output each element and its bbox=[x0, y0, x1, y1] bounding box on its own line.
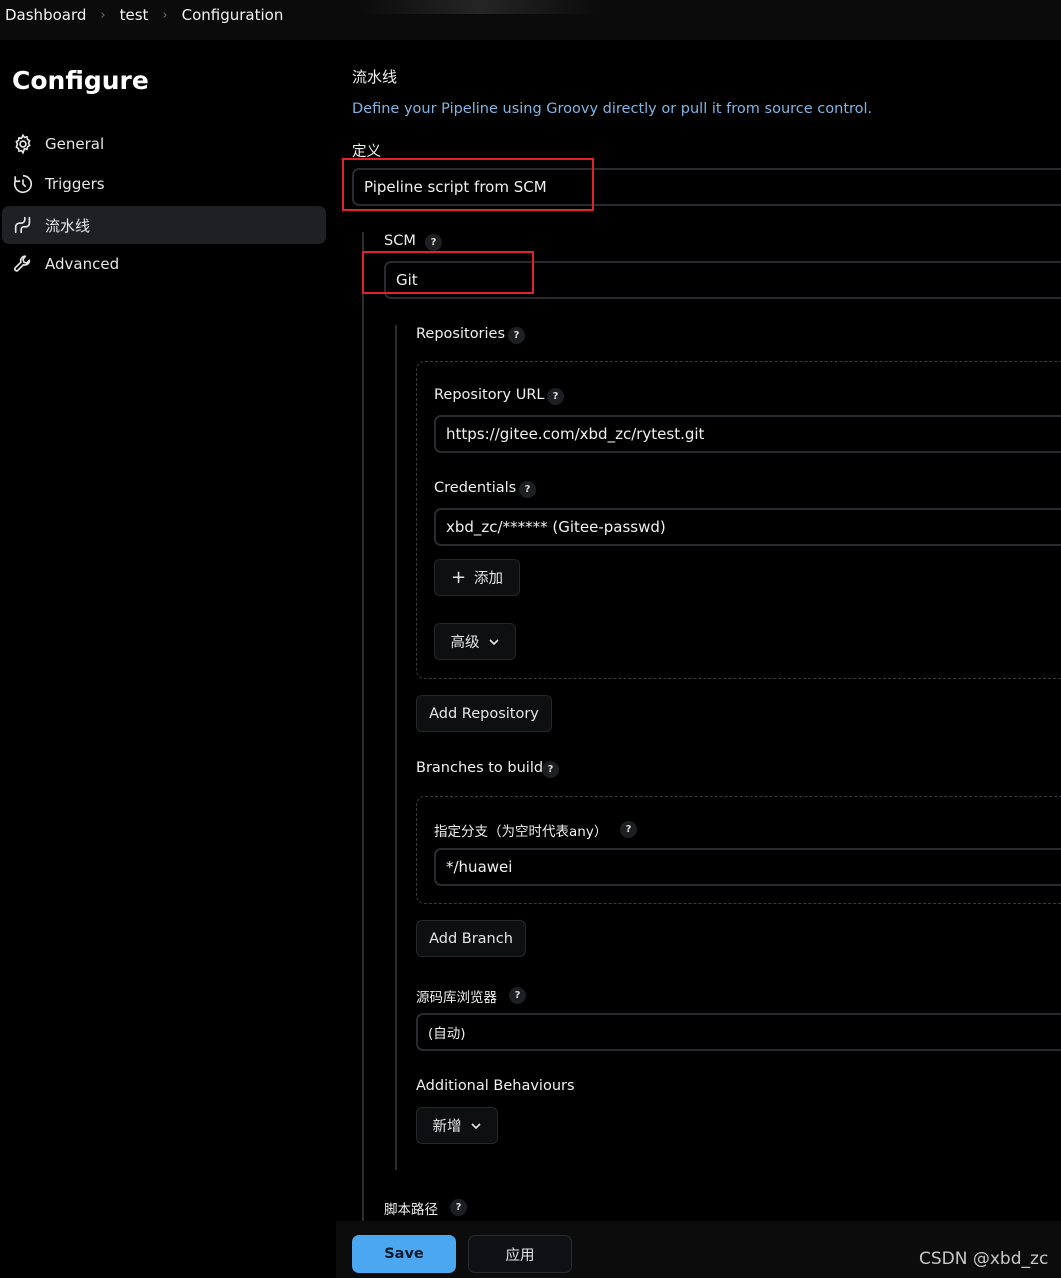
page-title: Configure bbox=[12, 66, 149, 95]
section-description: Define your Pipeline using Groovy direct… bbox=[352, 101, 873, 117]
breadcrumb-dashboard[interactable]: Dashboard bbox=[5, 6, 86, 24]
chevron-down-icon bbox=[488, 638, 499, 645]
sidebar-item-triggers[interactable]: Triggers bbox=[2, 165, 326, 203]
script-path-label: 脚本路径 bbox=[384, 1202, 438, 1218]
add-behaviour-button[interactable]: 新增 bbox=[416, 1107, 498, 1144]
branch-specifier-label: 指定分支（为空时代表any） bbox=[434, 824, 608, 840]
sidebar-item-advanced[interactable]: Advanced bbox=[2, 245, 326, 283]
repository-url-input[interactable]: https://gitee.com/xbd_zc/rytest.git bbox=[434, 415, 1061, 453]
help-icon[interactable]: ? bbox=[425, 234, 442, 251]
breadcrumb-configuration[interactable]: Configuration bbox=[182, 6, 284, 24]
repo-browser-label: 源码库浏览器 bbox=[416, 990, 497, 1006]
add-behaviour-label: 新增 bbox=[432, 1119, 462, 1135]
repo-browser-select[interactable]: (自动) bbox=[416, 1013, 1061, 1051]
credentials-select[interactable]: xbd_zc/****** (Gitee-passwd) bbox=[434, 508, 1061, 546]
help-icon[interactable]: ? bbox=[547, 388, 564, 405]
add-credential-button[interactable]: + 添加 bbox=[434, 559, 520, 596]
help-icon[interactable]: ? bbox=[450, 1199, 467, 1216]
sidebar-item-label: General bbox=[45, 135, 105, 153]
clock-icon bbox=[13, 174, 33, 194]
add-branch-button[interactable]: Add Branch bbox=[416, 920, 526, 957]
scm-label: SCM bbox=[384, 233, 416, 249]
help-icon[interactable]: ? bbox=[509, 987, 526, 1004]
highlight-box bbox=[342, 158, 594, 211]
branch-specifier-input[interactable]: */huawei bbox=[434, 848, 1061, 886]
sidebar-item-pipeline[interactable]: 流水线 bbox=[2, 206, 326, 244]
help-icon[interactable]: ? bbox=[620, 821, 637, 838]
additional-behaviours-label: Additional Behaviours bbox=[416, 1078, 575, 1094]
chevron-right-icon: › bbox=[162, 8, 168, 23]
highlight-box bbox=[362, 251, 534, 294]
chevron-right-icon: › bbox=[100, 8, 106, 23]
branches-label: Branches to build bbox=[416, 760, 544, 776]
pipeline-icon bbox=[14, 216, 31, 234]
repository-url-label: Repository URL bbox=[434, 387, 545, 403]
watermark: CSDN @xbd_zc bbox=[919, 1249, 1049, 1269]
sidebar-item-general[interactable]: General bbox=[2, 125, 326, 163]
add-credential-label: 添加 bbox=[474, 571, 504, 587]
topbar-shade bbox=[360, 0, 600, 14]
chevron-down-icon bbox=[470, 1122, 481, 1129]
sidebar-item-label: Advanced bbox=[45, 255, 120, 273]
gear-icon bbox=[15, 133, 31, 155]
advanced-button[interactable]: 高级 bbox=[434, 623, 516, 660]
advanced-label: 高级 bbox=[450, 635, 480, 651]
help-icon[interactable]: ? bbox=[508, 327, 525, 344]
credentials-label: Credentials bbox=[434, 480, 517, 496]
save-button[interactable]: Save bbox=[352, 1235, 456, 1273]
apply-button[interactable]: 应用 bbox=[468, 1235, 572, 1273]
breadcrumb-test[interactable]: test bbox=[120, 6, 149, 24]
wrench-icon bbox=[14, 255, 31, 272]
repositories-label: Repositories bbox=[416, 326, 506, 342]
sidebar-item-label: 流水线 bbox=[45, 216, 91, 235]
section-title: 流水线 bbox=[352, 68, 398, 86]
nesting-line bbox=[362, 232, 364, 1222]
help-icon[interactable]: ? bbox=[542, 761, 559, 778]
breadcrumb: Dashboard › test › Configuration bbox=[0, 0, 1061, 40]
plus-icon: + bbox=[450, 567, 467, 588]
help-icon[interactable]: ? bbox=[519, 481, 536, 498]
sidebar-item-label: Triggers bbox=[45, 175, 105, 193]
nesting-line bbox=[395, 325, 397, 1170]
add-repository-button[interactable]: Add Repository bbox=[416, 695, 552, 732]
